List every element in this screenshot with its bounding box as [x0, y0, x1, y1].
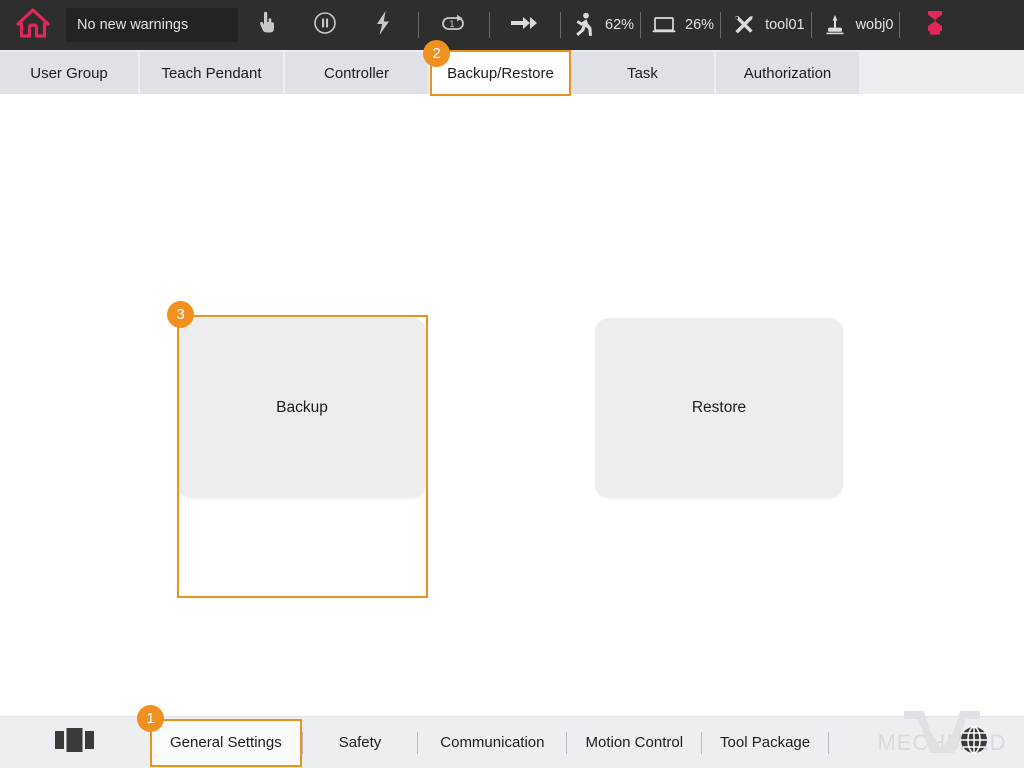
panels-layout-button[interactable] — [0, 717, 150, 768]
backup-restore-panel: Backup Restore — [0, 94, 1024, 716]
work-object-value: wobj0 — [855, 17, 894, 33]
tab-authorization[interactable]: Authorization — [716, 52, 861, 94]
loop-repeat-icon: 1 — [441, 13, 467, 38]
bottom-nav-label: Safety — [338, 734, 382, 751]
speed-indicator[interactable]: 62% — [567, 0, 634, 50]
hand-pointer-button[interactable] — [238, 0, 296, 50]
toolbar-divider — [899, 12, 901, 38]
bottom-nav-tool-package[interactable]: Tool Package — [702, 717, 828, 768]
speed-value: 62% — [605, 17, 635, 33]
bottom-nav-label: Motion Control — [585, 734, 684, 751]
bottom-nav-label: General Settings — [170, 734, 282, 751]
top-status-bar: No new warnings 1 62% 26% tool01 wobj0 — [0, 0, 1024, 50]
work-object-icon — [818, 13, 852, 37]
work-object-indicator[interactable]: wobj0 — [818, 0, 894, 50]
annotation-badge-3: 3 — [167, 301, 194, 328]
tool-indicator[interactable]: tool01 — [727, 0, 805, 50]
toolbar-divider — [810, 12, 812, 38]
app-root: No new warnings 1 62% 26% tool01 wobj0 U… — [0, 0, 1024, 768]
toolbar-divider — [418, 12, 419, 38]
tab-label: Backup/Restore — [447, 64, 554, 82]
warning-message-field[interactable]: No new warnings — [66, 8, 238, 42]
toolbar-divider — [489, 12, 490, 38]
toolbar-divider — [560, 12, 561, 38]
backup-button-label: Backup — [276, 399, 328, 416]
bottom-nav-label: Tool Package — [720, 734, 811, 751]
badge-number: 1 — [146, 710, 155, 727]
bottom-nav-label: Communication — [440, 734, 545, 751]
fast-forward-button[interactable] — [496, 0, 554, 50]
home-button[interactable] — [0, 0, 66, 50]
annotation-badge-1: 1 — [137, 705, 164, 732]
tools-icon — [727, 13, 761, 37]
mechmind-watermark: MECHMIND — [860, 710, 1024, 768]
tab-task[interactable]: Task — [571, 52, 716, 94]
badge-number: 2 — [432, 45, 441, 62]
bottom-nav-communication[interactable]: Communication — [418, 717, 566, 768]
tab-label: Controller — [323, 64, 390, 82]
panels-layout-icon — [54, 726, 96, 759]
pause-circle-icon — [313, 11, 337, 40]
bottom-bar-filler: MECHMIND — [829, 710, 1024, 768]
toolbar-divider — [720, 12, 722, 38]
tool-value: tool01 — [765, 17, 805, 33]
tab-label: User Group — [30, 64, 108, 82]
screen-value: 26% — [685, 17, 715, 33]
monitor-icon — [647, 15, 681, 35]
toolbar-divider — [640, 12, 642, 38]
svg-text:1: 1 — [449, 20, 454, 30]
hand-pointer-icon — [257, 11, 277, 40]
lightning-bolt-icon — [374, 10, 392, 41]
tab-teach-pendant[interactable]: Teach Pendant — [140, 52, 285, 94]
tab-controller[interactable]: Controller — [285, 52, 430, 94]
tab-label: Teach Pendant — [161, 64, 262, 82]
bottom-nav-motion-control[interactable]: Motion Control — [567, 717, 701, 768]
home-icon — [16, 7, 50, 44]
settings-tab-bar: User Group Teach Pendant Controller Back… — [0, 50, 1024, 96]
robot-status-button[interactable] — [906, 0, 964, 50]
power-bolt-button[interactable] — [354, 0, 412, 50]
tab-user-group[interactable]: User Group — [0, 52, 140, 94]
globe-language-icon — [958, 724, 990, 761]
bottom-nav-general-settings[interactable]: General Settings — [150, 718, 302, 767]
restore-button[interactable]: Restore — [595, 318, 843, 498]
running-person-icon — [567, 12, 601, 38]
pause-button[interactable] — [296, 0, 354, 50]
badge-number: 3 — [176, 306, 185, 323]
bottom-nav-safety[interactable]: Safety — [303, 717, 418, 768]
language-button[interactable] — [956, 725, 992, 761]
tab-label: Task — [627, 64, 658, 82]
backup-button[interactable]: Backup — [178, 318, 426, 498]
restore-button-label: Restore — [691, 399, 747, 416]
fast-forward-icon — [510, 14, 540, 37]
tab-bar-filler — [861, 50, 1024, 94]
tab-label: Authorization — [743, 64, 832, 82]
robot-arm-icon — [924, 8, 946, 43]
screen-indicator[interactable]: 26% — [647, 0, 714, 50]
annotation-badge-2: 2 — [423, 40, 450, 67]
warning-message-text: No new warnings — [77, 17, 189, 33]
tab-backup-restore[interactable]: Backup/Restore — [430, 50, 571, 96]
